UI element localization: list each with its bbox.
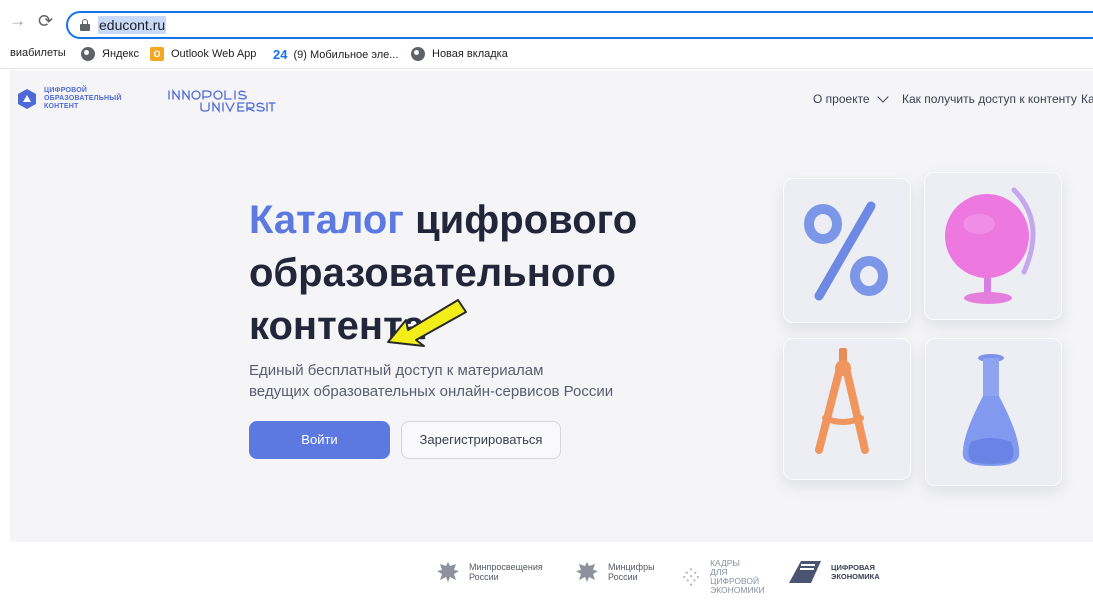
lock-icon: [80, 19, 90, 31]
annotation-arrow-icon: [387, 299, 467, 347]
browser-toolbar: → ⟳ educont.ru: [0, 0, 1093, 42]
address-bar[interactable]: educont.ru: [66, 11, 1093, 39]
bookmark-yandex[interactable]: Яндекс: [81, 47, 139, 61]
24-icon: 24: [273, 47, 288, 62]
register-button[interactable]: Зарегистрироваться: [401, 421, 561, 459]
partner-cifrovaya-ekonomika[interactable]: ЦИФРОВАЯ ЭКОНОМИКА: [787, 559, 880, 585]
dotted-tree-icon: [683, 568, 699, 586]
educont-logo-icon[interactable]: [17, 88, 37, 110]
nav-about-dropdown[interactable]: О проекте: [813, 91, 889, 106]
bookmarks-bar: виабилеты Яндекс O Outlook Web App 24 (9…: [0, 42, 1093, 69]
nav-more-link[interactable]: Ка: [1081, 92, 1093, 106]
bookmark-label: виабилеты: [10, 47, 66, 59]
globe-model-icon: [945, 187, 1036, 304]
bookmark-label: Яндекс: [102, 48, 139, 60]
bookmark-new-tab[interactable]: Новая вкладка: [411, 47, 508, 61]
bookmark-aviabilety[interactable]: виабилеты: [10, 47, 66, 59]
eagle-emblem-icon: [576, 562, 598, 582]
globe-icon: [411, 47, 425, 61]
globe-tile: [924, 172, 1062, 320]
educont-logo-text[interactable]: ЦИФРОВОЙ ОБРАЗОВАТЕЛЬНЫЙ КОНТЕНТ: [44, 87, 122, 111]
compass-tile: [783, 338, 911, 480]
partner-mincifry[interactable]: Минцифры России: [574, 559, 655, 585]
cifrovaya-ekonomika-logo-icon: [789, 561, 821, 583]
url-text[interactable]: educont.ru: [98, 16, 167, 34]
compass-icon: [815, 348, 869, 454]
outlook-icon: O: [150, 47, 164, 61]
globe-icon: [81, 47, 95, 61]
chevron-down-icon: [876, 91, 889, 103]
hero-title: Каталог цифрового образовательного конте…: [249, 198, 638, 348]
hero-subtitle: Единый бесплатный доступ к материалам ве…: [249, 362, 614, 400]
partner-kadry[interactable]: КАДРЫ ДЛЯ ЦИФРОВОЙ ЭКОНОМИКИ: [680, 559, 769, 595]
bookmark-label: Outlook Web App: [171, 48, 257, 60]
bookmark-outlook[interactable]: O Outlook Web App: [150, 47, 256, 61]
page-content: ЦИФРОВОЙ ОБРАЗОВАТЕЛЬНЫЙ КОНТЕНТ О проек…: [10, 70, 1093, 542]
bookmark-mobile[interactable]: 24 (9) Мобильное эле...: [273, 47, 398, 62]
bookmark-label: Новая вкладка: [432, 48, 508, 60]
forward-arrow-icon[interactable]: →: [9, 11, 26, 31]
reload-icon[interactable]: ⟳: [38, 11, 53, 31]
eagle-emblem-icon: [437, 562, 459, 582]
percent-icon: [804, 201, 888, 301]
innopolis-logo-icon[interactable]: [167, 87, 277, 113]
flask-tile: [925, 338, 1062, 486]
partner-minprosvescheniya[interactable]: Минпросвещения России: [435, 559, 543, 585]
flask-icon: [962, 354, 1020, 466]
bookmark-label: (9) Мобильное эле...: [293, 48, 399, 61]
login-button[interactable]: Войти: [249, 421, 390, 459]
hero-illustration: [732, 168, 1093, 494]
percent-tile: [783, 178, 911, 323]
hero-title-accent: Каталог: [249, 198, 404, 242]
nav-access-link[interactable]: Как получить доступ к контенту: [902, 92, 1077, 106]
